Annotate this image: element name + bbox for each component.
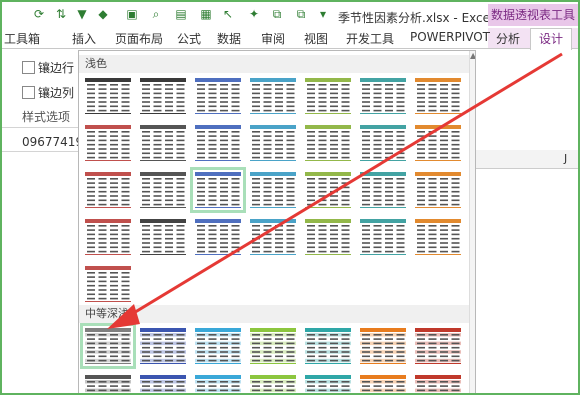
light-style-15[interactable] bbox=[84, 171, 132, 209]
light-style-10[interactable] bbox=[194, 124, 242, 162]
tab-formulas[interactable]: 公式 bbox=[177, 30, 201, 47]
print-preview-icon[interactable]: ▣ bbox=[125, 7, 139, 21]
light-style-7[interactable] bbox=[414, 77, 462, 115]
medium-style-1[interactable] bbox=[80, 323, 136, 369]
medium-style-10[interactable] bbox=[194, 374, 242, 393]
medium-style-14[interactable] bbox=[414, 374, 462, 393]
tab-powerpivot[interactable]: POWERPIVOT bbox=[410, 30, 490, 44]
light-style-13[interactable] bbox=[359, 124, 407, 162]
light-style-29[interactable] bbox=[84, 265, 132, 303]
section-light: 浅色 bbox=[79, 55, 475, 73]
refresh-icon[interactable]: ⟳ bbox=[32, 7, 46, 21]
tab-analyze[interactable]: 分析 bbox=[496, 30, 520, 47]
select-objects-icon[interactable]: ↖ bbox=[221, 7, 235, 21]
medium-style-5[interactable] bbox=[304, 327, 352, 365]
banded-rows-checkbox[interactable] bbox=[22, 61, 35, 74]
banded-cols-label: 镶边列 bbox=[38, 86, 75, 100]
light-style-23[interactable] bbox=[139, 218, 187, 256]
light-style-24[interactable] bbox=[194, 218, 242, 256]
macro-icon[interactable]: ◆ bbox=[96, 7, 110, 21]
light-style-5[interactable] bbox=[304, 77, 352, 115]
tab-insert[interactable]: 插入 bbox=[72, 30, 96, 47]
search-icon[interactable]: ⌕ bbox=[149, 7, 163, 21]
light-style-25[interactable] bbox=[249, 218, 297, 256]
light-style-28[interactable] bbox=[414, 218, 462, 256]
light-style-19[interactable] bbox=[304, 171, 352, 209]
light-style-14[interactable] bbox=[414, 124, 462, 162]
medium-style-3[interactable] bbox=[194, 327, 242, 365]
medium-style-8[interactable] bbox=[84, 374, 132, 393]
column-header-j[interactable]: J bbox=[564, 152, 567, 165]
light-style-12[interactable] bbox=[304, 124, 352, 162]
light-style-17[interactable] bbox=[190, 167, 246, 213]
medium-style-7[interactable] bbox=[414, 327, 462, 365]
medium-style-11[interactable] bbox=[249, 374, 297, 393]
pivot-style-gallery: 浅色 中等深浅 ▲ bbox=[78, 50, 476, 393]
banded-rows-label: 镶边行 bbox=[38, 61, 75, 75]
sort-icon[interactable]: ⇅ bbox=[54, 7, 68, 21]
light-style-8[interactable] bbox=[84, 124, 132, 162]
light-style-20[interactable] bbox=[359, 171, 407, 209]
tab-design[interactable]: 设计 bbox=[530, 28, 572, 50]
medium-style-12[interactable] bbox=[304, 374, 352, 393]
medium-style-4[interactable] bbox=[249, 327, 297, 365]
light-style-21[interactable] bbox=[414, 171, 462, 209]
tab-data[interactable]: 数据 bbox=[217, 30, 241, 47]
gallery-scrollbar[interactable]: ▲ bbox=[469, 51, 475, 393]
medium-style-6[interactable] bbox=[359, 327, 407, 365]
light-style-4[interactable] bbox=[249, 77, 297, 115]
window-title: 季节性因素分析.xlsx - Excel bbox=[338, 11, 494, 25]
tab-developer[interactable]: 开发工具 bbox=[346, 30, 394, 47]
style-options-panel: 镶边行 镶边列 样式选项 096774193 bbox=[2, 49, 91, 389]
section-medium: 中等深浅 bbox=[79, 305, 475, 323]
ribbon-bottom-border bbox=[2, 127, 82, 128]
chart-icon[interactable]: ✦ bbox=[247, 7, 261, 21]
tab-view[interactable]: 视图 bbox=[304, 30, 328, 47]
tab-page-layout[interactable]: 页面布局 bbox=[115, 30, 163, 47]
light-style-9[interactable] bbox=[139, 124, 187, 162]
more-commands-icon[interactable]: ▾ bbox=[316, 7, 330, 21]
formula-bar-border bbox=[2, 151, 82, 152]
form-icon[interactable]: ▤ bbox=[174, 7, 188, 21]
light-style-2[interactable] bbox=[139, 77, 187, 115]
org-chart-icon[interactable]: ⧉ bbox=[270, 7, 284, 21]
light-style-1[interactable] bbox=[84, 77, 132, 115]
style-options-group-label: 样式选项 bbox=[22, 110, 71, 124]
light-style-16[interactable] bbox=[139, 171, 187, 209]
filter-icon[interactable]: ▼ bbox=[75, 7, 89, 21]
banded-cols-checkbox[interactable] bbox=[22, 86, 35, 99]
light-style-3[interactable] bbox=[194, 77, 242, 115]
pivottable-tools-label: 数据透视表工具 bbox=[488, 4, 578, 26]
light-style-27[interactable] bbox=[359, 218, 407, 256]
medium-style-9[interactable] bbox=[139, 374, 187, 393]
tab-review[interactable]: 审阅 bbox=[261, 30, 285, 47]
light-style-11[interactable] bbox=[249, 124, 297, 162]
hierarchy-icon[interactable]: ⧉ bbox=[294, 7, 308, 21]
quick-access-toolbar: ⟳ ⇅ ▼ ◆ ▣ ⌕ ▤ ▦ ↖ ✦ ⧉ ⧉ ▾ 季节性因素分析.xlsx -… bbox=[2, 2, 578, 28]
light-style-18[interactable] bbox=[249, 171, 297, 209]
scroll-up-icon[interactable]: ▲ bbox=[470, 52, 475, 60]
light-style-26[interactable] bbox=[304, 218, 352, 256]
medium-style-13[interactable] bbox=[359, 374, 407, 393]
tab-toolbox[interactable]: 工具箱 bbox=[4, 30, 40, 47]
light-style-6[interactable] bbox=[359, 77, 407, 115]
excel-window: ⟳ ⇅ ▼ ◆ ▣ ⌕ ▤ ▦ ↖ ✦ ⧉ ⧉ ▾ 季节性因素分析.xlsx -… bbox=[0, 0, 580, 395]
table-icon[interactable]: ▦ bbox=[199, 7, 213, 21]
ribbon-tabs: 工具箱 插入 页面布局 公式 数据 审阅 视图 开发工具 POWERPIVOT … bbox=[2, 28, 578, 50]
light-style-22[interactable] bbox=[84, 218, 132, 256]
medium-style-2[interactable] bbox=[139, 327, 187, 365]
